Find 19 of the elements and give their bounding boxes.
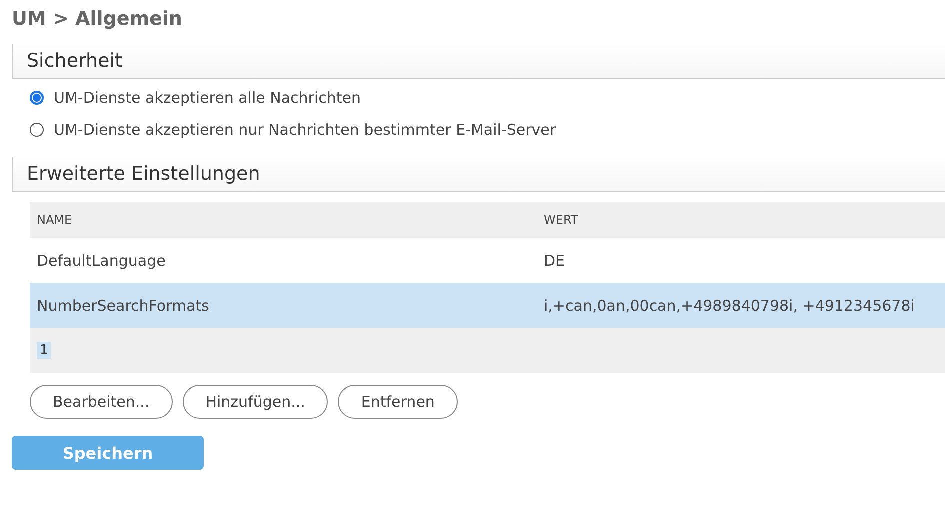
- section-header: Sicherheit: [12, 44, 945, 79]
- page-number[interactable]: 1: [37, 342, 52, 359]
- column-header: WERT: [543, 213, 580, 227]
- column-header: NAME: [36, 213, 74, 227]
- radio-label: UM-Dienste akzeptieren nur Nachrichten bestimmter E-Mail-Server: [54, 121, 556, 139]
- radio-button[interactable]: [30, 91, 44, 105]
- section-header: Erweiterte Einstellungen: [12, 157, 945, 192]
- action-button[interactable]: Entfernen: [338, 385, 458, 419]
- table-cell-text: DE: [543, 252, 566, 270]
- action-button[interactable]: Hinzufügen...: [182, 385, 328, 419]
- table-cell-text: NumberSearchFormats: [36, 296, 210, 314]
- radio-button[interactable]: [30, 123, 44, 137]
- table-cell-text: i,+can,0an,00can,+4989840798i, +4912345678i: [543, 296, 916, 314]
- radio-label: UM-Dienste akzeptieren alle Nachrichten: [54, 89, 361, 107]
- table-row[interactable]: DefaultLanguage DE: [30, 238, 945, 283]
- breadcrumb: UM > Allgemein: [12, 8, 184, 32]
- table-row[interactable]: NumberSearchFormats i,+can,0an,00can,+4989840798i, +4912345678i: [30, 283, 945, 328]
- table-cell-text: DefaultLanguage: [36, 252, 167, 270]
- action-button[interactable]: Bearbeiten...: [30, 385, 173, 419]
